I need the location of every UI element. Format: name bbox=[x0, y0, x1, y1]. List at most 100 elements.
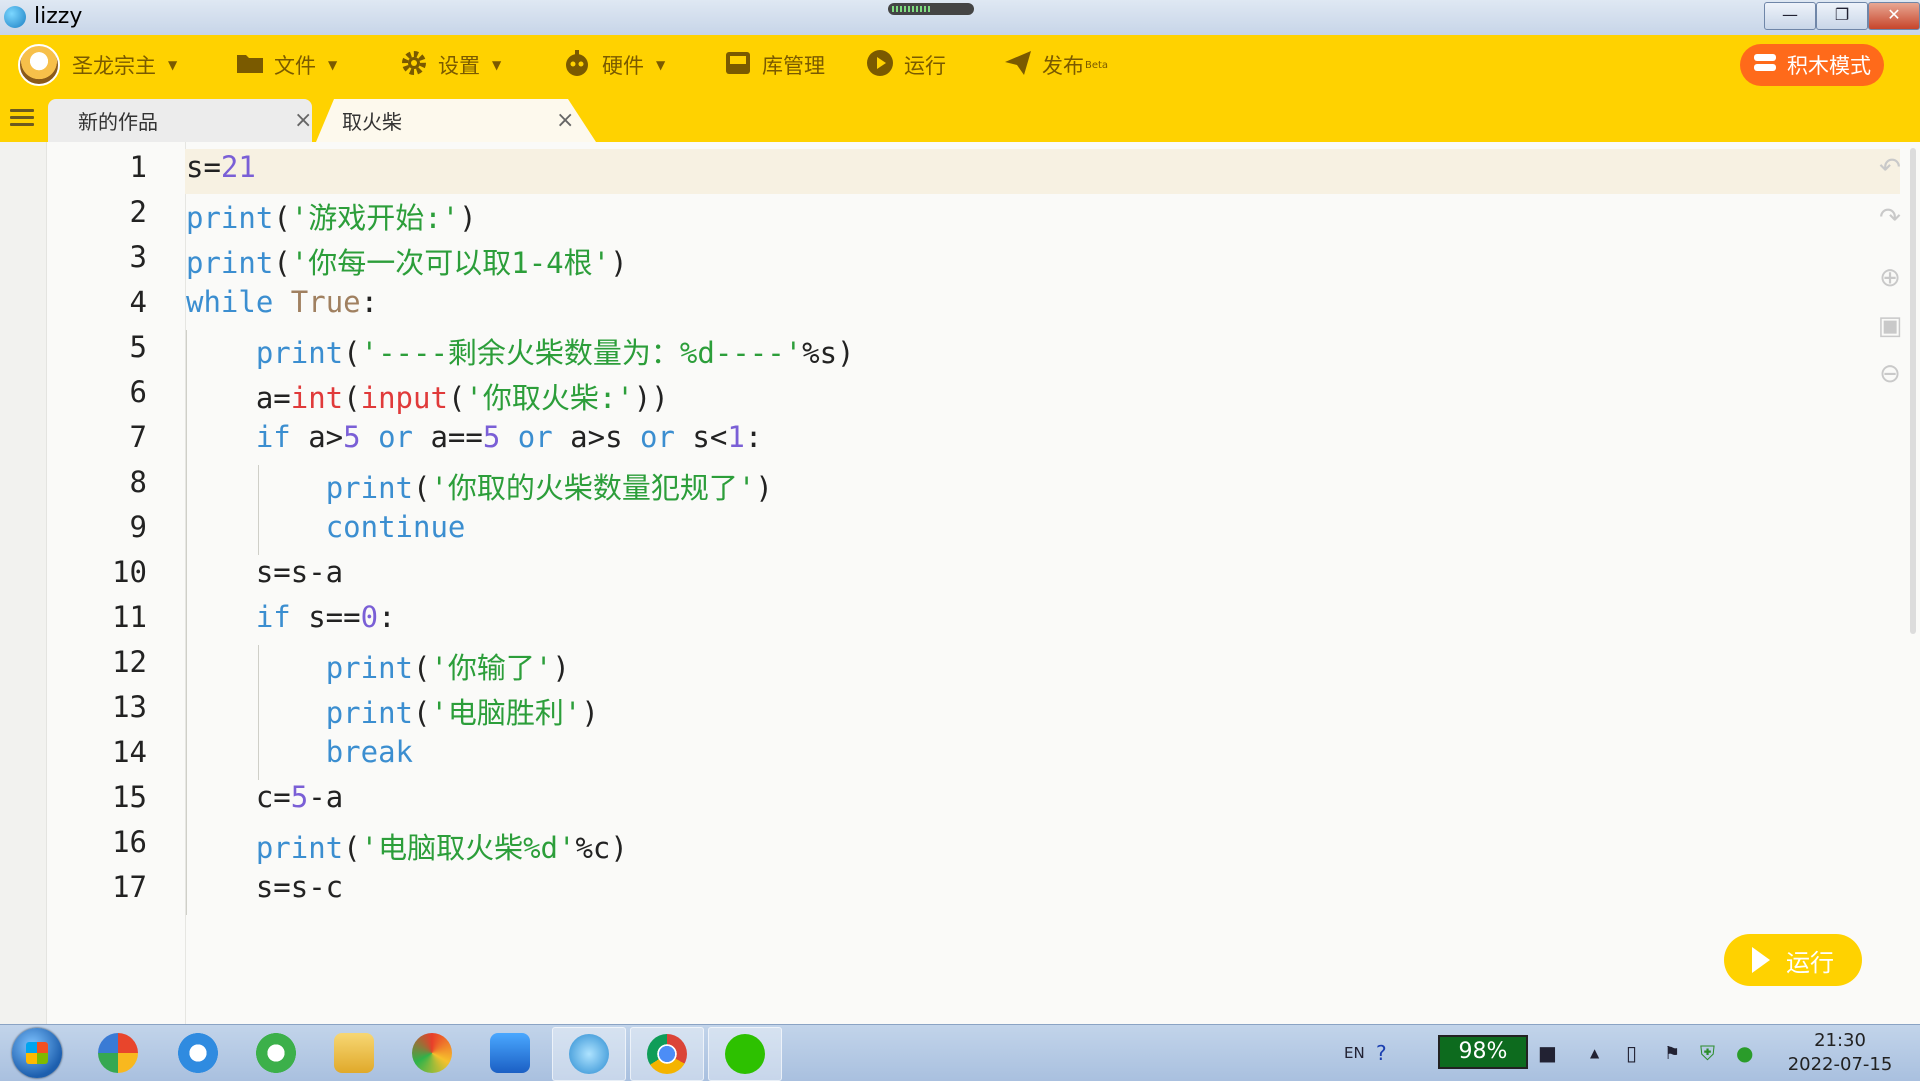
code-line[interactable]: print('电脑取火柴%d'%c) bbox=[186, 825, 628, 867]
close-icon[interactable]: × bbox=[294, 108, 312, 133]
code-token: 5 bbox=[482, 420, 501, 454]
drag-handle[interactable] bbox=[888, 3, 974, 15]
code-token: )) bbox=[633, 381, 669, 415]
minimize-button[interactable]: — bbox=[1764, 2, 1816, 30]
taskbar-explorer[interactable] bbox=[318, 1027, 390, 1079]
hamburger-menu-icon[interactable] bbox=[10, 109, 34, 127]
code-token: True bbox=[290, 285, 361, 319]
code-token: : bbox=[360, 285, 379, 319]
help-icon[interactable]: ? bbox=[1376, 1025, 1387, 1081]
code-token: 21 bbox=[220, 150, 256, 184]
file-menu[interactable]: 文件 ▼ bbox=[236, 49, 337, 81]
code-line[interactable]: s=s-a bbox=[186, 555, 343, 589]
library-manager-label: 库管理 bbox=[762, 54, 825, 78]
code-line[interactable]: c=5-a bbox=[186, 780, 343, 814]
maximize-button[interactable]: ❐ bbox=[1816, 2, 1868, 30]
system-clock[interactable]: 21:30 2022-07-15 bbox=[1780, 1029, 1900, 1077]
zoom-reset-icon[interactable]: ▣ bbox=[1876, 312, 1904, 340]
library-manager-button[interactable]: 库管理 bbox=[724, 49, 825, 81]
code-line[interactable]: while True: bbox=[186, 285, 378, 319]
run-toolbar-button[interactable]: 运行 bbox=[866, 49, 946, 81]
code-token: print bbox=[186, 246, 274, 280]
code-token: ( bbox=[413, 651, 431, 685]
code-token: s=s-a bbox=[186, 555, 344, 589]
zoom-out-icon[interactable]: ⊖ bbox=[1876, 360, 1904, 388]
close-icon[interactable]: × bbox=[556, 108, 574, 133]
code-token: : bbox=[744, 420, 763, 454]
code-token: ( bbox=[343, 831, 361, 865]
shield-icon[interactable]: ⛨ bbox=[1700, 1025, 1715, 1081]
vertical-scrollbar[interactable] bbox=[1910, 148, 1916, 634]
taskbar-lizzy[interactable] bbox=[552, 1027, 626, 1081]
code-token: print bbox=[325, 471, 413, 505]
code-token: ) bbox=[581, 696, 599, 730]
remote-icon bbox=[490, 1033, 530, 1073]
blocks-icon bbox=[1753, 52, 1777, 79]
code-line[interactable]: s=s-c bbox=[186, 870, 343, 904]
hardware-menu[interactable]: 硬件 ▼ bbox=[562, 49, 665, 81]
code-line[interactable]: print('----剩余火柴数量为：%d----'%s) bbox=[186, 330, 855, 372]
code-token: s=s-c bbox=[186, 870, 344, 904]
code-token: '电脑取火柴%d' bbox=[360, 831, 576, 865]
settings-menu[interactable]: 设置 ▼ bbox=[400, 49, 501, 81]
line-number: 16 bbox=[112, 825, 147, 859]
taskbar-app-launcher[interactable] bbox=[82, 1027, 154, 1079]
taskbar: EN ? 98% ■ ▲ ▯ ⚑ ⛨ ● 21:30 2022-07-15 bbox=[0, 1024, 1920, 1081]
language-indicator[interactable]: EN bbox=[1344, 1025, 1365, 1081]
publish-button[interactable]: 发布 Beta bbox=[1004, 49, 1108, 81]
taskbar-remote[interactable] bbox=[474, 1027, 546, 1079]
network-icon[interactable]: ▯ bbox=[1626, 1025, 1637, 1081]
start-button[interactable] bbox=[12, 1028, 62, 1078]
code-editor[interactable]: 1 2 3 4 5 6 7 8 9 10 11 12 13 14 15 16 1… bbox=[0, 142, 1920, 1024]
code-token: ) bbox=[610, 246, 628, 280]
tab-new-work[interactable]: 新的作品 × bbox=[48, 99, 312, 142]
code-line[interactable]: print('你输了') bbox=[186, 645, 570, 687]
zoom-in-icon[interactable]: ⊕ bbox=[1876, 264, 1904, 292]
file-menu-label: 文件 bbox=[274, 54, 316, 78]
taskbar-ie[interactable] bbox=[162, 1027, 234, 1079]
code-token: ( bbox=[447, 381, 466, 415]
block-mode-label: 积木模式 bbox=[1787, 54, 1871, 78]
taskbar-app-color[interactable] bbox=[396, 1027, 468, 1079]
line-number: 13 bbox=[112, 690, 147, 724]
code-token: '你取火柴:' bbox=[465, 381, 634, 415]
code-token: a>s bbox=[552, 420, 641, 454]
power-plug-icon[interactable]: ■ bbox=[1538, 1025, 1557, 1081]
security-app-icon[interactable]: ● bbox=[1736, 1025, 1753, 1081]
line-number: 12 bbox=[112, 645, 147, 679]
flag-icon[interactable]: ⚑ bbox=[1664, 1025, 1680, 1081]
block-mode-button[interactable]: 积木模式 bbox=[1740, 44, 1884, 86]
taskbar-browser[interactable] bbox=[240, 1027, 312, 1079]
code-line[interactable]: print('游戏开始:') bbox=[186, 195, 477, 237]
battery-indicator[interactable]: 98% bbox=[1438, 1035, 1528, 1069]
code-line[interactable]: break bbox=[186, 735, 413, 769]
user-menu[interactable]: 圣龙宗主 ▼ bbox=[18, 44, 177, 86]
run-button[interactable]: 运行 bbox=[1724, 934, 1862, 986]
code-line[interactable]: a=int(input('你取火柴:')) bbox=[186, 375, 669, 417]
taskbar-wechat[interactable] bbox=[708, 1027, 782, 1081]
show-hidden-icons-icon[interactable]: ▲ bbox=[1590, 1025, 1599, 1081]
play-icon bbox=[1752, 947, 1770, 973]
code-line[interactable]: print('你每一次可以取1-4根') bbox=[186, 240, 628, 282]
code-token: ( bbox=[413, 471, 431, 505]
redo-icon[interactable]: ↷ bbox=[1876, 204, 1904, 232]
code-token: or bbox=[378, 420, 414, 454]
chevron-down-icon: ▼ bbox=[656, 58, 666, 72]
code-token: %c) bbox=[575, 831, 628, 865]
code-token: print bbox=[325, 696, 413, 730]
code-line[interactable]: if a>5 or a==5 or a>s or s<1: bbox=[186, 420, 762, 454]
code-line[interactable]: s=21 bbox=[186, 150, 256, 184]
taskbar-chrome[interactable] bbox=[630, 1027, 704, 1081]
close-button[interactable]: ✕ bbox=[1868, 2, 1920, 30]
code-line[interactable]: if s==0: bbox=[186, 600, 396, 634]
tab-match-game[interactable]: 取火柴 × bbox=[316, 99, 596, 142]
clock-date: 2022-07-15 bbox=[1787, 1054, 1893, 1075]
code-line[interactable]: print('电脑胜利') bbox=[186, 690, 599, 732]
code-line[interactable]: continue bbox=[186, 510, 466, 544]
code-line[interactable]: print('你取的火柴数量犯规了') bbox=[186, 465, 773, 507]
undo-icon[interactable]: ↶ bbox=[1876, 154, 1904, 182]
code-token: 1 bbox=[727, 420, 745, 454]
